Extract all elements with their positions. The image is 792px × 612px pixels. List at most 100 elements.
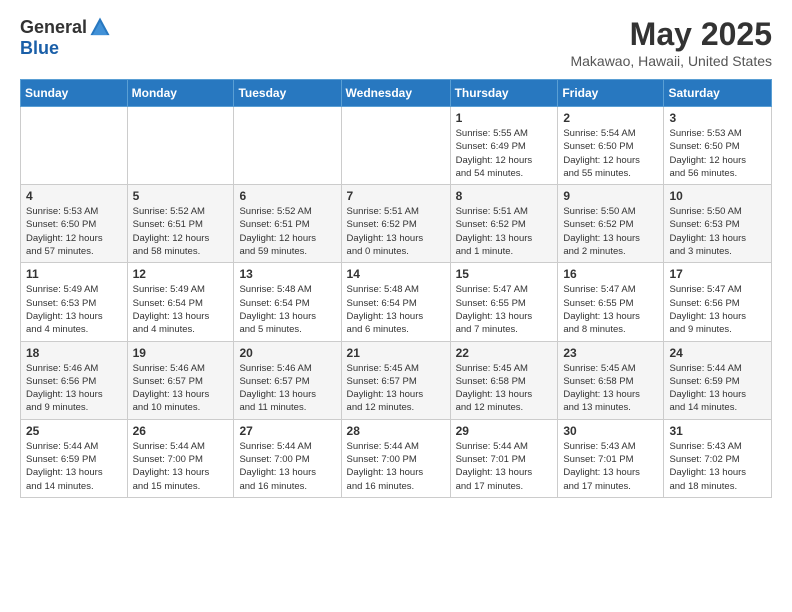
calendar-cell bbox=[21, 107, 128, 185]
header-row: SundayMondayTuesdayWednesdayThursdayFrid… bbox=[21, 80, 772, 107]
week-row-4: 18Sunrise: 5:46 AM Sunset: 6:56 PM Dayli… bbox=[21, 341, 772, 419]
day-number: 8 bbox=[456, 189, 553, 203]
day-info: Sunrise: 5:51 AM Sunset: 6:52 PM Dayligh… bbox=[347, 205, 445, 258]
main-title: May 2025 bbox=[570, 16, 772, 53]
day-info: Sunrise: 5:45 AM Sunset: 6:57 PM Dayligh… bbox=[347, 362, 445, 415]
day-info: Sunrise: 5:53 AM Sunset: 6:50 PM Dayligh… bbox=[669, 127, 766, 180]
day-number: 24 bbox=[669, 346, 766, 360]
day-number: 22 bbox=[456, 346, 553, 360]
calendar-cell: 3Sunrise: 5:53 AM Sunset: 6:50 PM Daylig… bbox=[664, 107, 772, 185]
title-block: May 2025 Makawao, Hawaii, United States bbox=[570, 16, 772, 69]
header-friday: Friday bbox=[558, 80, 664, 107]
day-info: Sunrise: 5:44 AM Sunset: 6:59 PM Dayligh… bbox=[669, 362, 766, 415]
day-info: Sunrise: 5:45 AM Sunset: 6:58 PM Dayligh… bbox=[456, 362, 553, 415]
logo-blue: Blue bbox=[20, 38, 59, 59]
calendar-cell: 1 Sunrise: 5:55 AM Sunset: 6:49 PM Daylig… bbox=[450, 107, 558, 185]
calendar-cell: 19 Sunrise: 5:46 AM Sunset: 6:57 PM Dayli… bbox=[127, 341, 234, 419]
calendar-cell: 13Sunrise: 5:48 AM Sunset: 6:54 PM Dayli… bbox=[234, 263, 341, 341]
calendar-cell: 29 Sunrise: 5:44 AM Sunset: 7:01 PM Dayli… bbox=[450, 419, 558, 497]
header-monday: Monday bbox=[127, 80, 234, 107]
day-info: Sunrise: 5:46 AM Sunset: 6:57 PM Dayligh… bbox=[133, 362, 229, 415]
calendar-table: SundayMondayTuesdayWednesdayThursdayFrid… bbox=[20, 79, 772, 498]
header-sunday: Sunday bbox=[21, 80, 128, 107]
day-number: 29 bbox=[456, 424, 553, 438]
day-number: 17 bbox=[669, 267, 766, 281]
day-number: 20 bbox=[239, 346, 335, 360]
calendar-cell bbox=[234, 107, 341, 185]
day-number: 11 bbox=[26, 267, 122, 281]
day-number: 5 bbox=[133, 189, 229, 203]
day-info: Sunrise: 5:50 AM Sunset: 6:52 PM Dayligh… bbox=[563, 205, 658, 258]
calendar-cell: 30 Sunrise: 5:43 AM Sunset: 7:01 PM Dayli… bbox=[558, 419, 664, 497]
day-number: 28 bbox=[347, 424, 445, 438]
logo: General Blue bbox=[20, 16, 111, 59]
day-number: 13 bbox=[239, 267, 335, 281]
day-number: 31 bbox=[669, 424, 766, 438]
week-row-1: 1 Sunrise: 5:55 AM Sunset: 6:49 PM Daylig… bbox=[21, 107, 772, 185]
calendar-cell bbox=[127, 107, 234, 185]
calendar-cell: 16 Sunrise: 5:47 AM Sunset: 6:55 PM Dayli… bbox=[558, 263, 664, 341]
day-info: Sunrise: 5:52 AM Sunset: 6:51 PM Dayligh… bbox=[239, 205, 335, 258]
calendar-cell: 20 Sunrise: 5:46 AM Sunset: 6:57 PM Dayli… bbox=[234, 341, 341, 419]
day-info: Sunrise: 5:47 AM Sunset: 6:55 PM Dayligh… bbox=[456, 283, 553, 336]
calendar-cell: 2 Sunrise: 5:54 AM Sunset: 6:50 PM Daylig… bbox=[558, 107, 664, 185]
day-number: 27 bbox=[239, 424, 335, 438]
calendar-cell: 22 Sunrise: 5:45 AM Sunset: 6:58 PM Dayli… bbox=[450, 341, 558, 419]
day-info: Sunrise: 5:44 AM Sunset: 7:00 PM Dayligh… bbox=[239, 440, 335, 493]
day-number: 18 bbox=[26, 346, 122, 360]
calendar-cell: 7 Sunrise: 5:51 AM Sunset: 6:52 PM Daylig… bbox=[341, 185, 450, 263]
day-info: Sunrise: 5:44 AM Sunset: 7:00 PM Dayligh… bbox=[133, 440, 229, 493]
day-number: 7 bbox=[347, 189, 445, 203]
day-number: 6 bbox=[239, 189, 335, 203]
calendar-cell: 10Sunrise: 5:50 AM Sunset: 6:53 PM Dayli… bbox=[664, 185, 772, 263]
day-info: Sunrise: 5:43 AM Sunset: 7:01 PM Dayligh… bbox=[563, 440, 658, 493]
subtitle: Makawao, Hawaii, United States bbox=[570, 53, 772, 69]
calendar-cell: 6 Sunrise: 5:52 AM Sunset: 6:51 PM Daylig… bbox=[234, 185, 341, 263]
logo-icon bbox=[89, 16, 111, 38]
calendar-cell: 4Sunrise: 5:53 AM Sunset: 6:50 PM Daylig… bbox=[21, 185, 128, 263]
day-number: 16 bbox=[563, 267, 658, 281]
header-thursday: Thursday bbox=[450, 80, 558, 107]
calendar-cell: 18Sunrise: 5:46 AM Sunset: 6:56 PM Dayli… bbox=[21, 341, 128, 419]
day-info: Sunrise: 5:46 AM Sunset: 6:57 PM Dayligh… bbox=[239, 362, 335, 415]
calendar-cell: 5 Sunrise: 5:52 AM Sunset: 6:51 PM Daylig… bbox=[127, 185, 234, 263]
week-row-5: 25Sunrise: 5:44 AM Sunset: 6:59 PM Dayli… bbox=[21, 419, 772, 497]
calendar-cell: 26 Sunrise: 5:44 AM Sunset: 7:00 PM Dayli… bbox=[127, 419, 234, 497]
day-number: 4 bbox=[26, 189, 122, 203]
calendar-cell: 17 Sunrise: 5:47 AM Sunset: 6:56 PM Dayli… bbox=[664, 263, 772, 341]
day-number: 2 bbox=[563, 111, 658, 125]
day-info: Sunrise: 5:43 AM Sunset: 7:02 PM Dayligh… bbox=[669, 440, 766, 493]
day-info: Sunrise: 5:54 AM Sunset: 6:50 PM Dayligh… bbox=[563, 127, 658, 180]
week-row-3: 11 Sunrise: 5:49 AM Sunset: 6:53 PM Dayli… bbox=[21, 263, 772, 341]
calendar-cell: 14Sunrise: 5:48 AM Sunset: 6:54 PM Dayli… bbox=[341, 263, 450, 341]
day-info: Sunrise: 5:55 AM Sunset: 6:49 PM Dayligh… bbox=[456, 127, 553, 180]
logo-general: General bbox=[20, 17, 87, 38]
day-number: 30 bbox=[563, 424, 658, 438]
day-number: 9 bbox=[563, 189, 658, 203]
day-number: 23 bbox=[563, 346, 658, 360]
day-info: Sunrise: 5:50 AM Sunset: 6:53 PM Dayligh… bbox=[669, 205, 766, 258]
calendar-cell: 21Sunrise: 5:45 AM Sunset: 6:57 PM Dayli… bbox=[341, 341, 450, 419]
day-number: 14 bbox=[347, 267, 445, 281]
calendar-cell: 31 Sunrise: 5:43 AM Sunset: 7:02 PM Dayli… bbox=[664, 419, 772, 497]
day-number: 19 bbox=[133, 346, 229, 360]
calendar-cell: 24 Sunrise: 5:44 AM Sunset: 6:59 PM Dayli… bbox=[664, 341, 772, 419]
header-saturday: Saturday bbox=[664, 80, 772, 107]
header: General Blue May 2025 Makawao, Hawaii, U… bbox=[20, 16, 772, 69]
day-info: Sunrise: 5:49 AM Sunset: 6:53 PM Dayligh… bbox=[26, 283, 122, 336]
calendar-cell: 8Sunrise: 5:51 AM Sunset: 6:52 PM Daylig… bbox=[450, 185, 558, 263]
page: General Blue May 2025 Makawao, Hawaii, U… bbox=[0, 0, 792, 514]
day-number: 26 bbox=[133, 424, 229, 438]
day-info: Sunrise: 5:52 AM Sunset: 6:51 PM Dayligh… bbox=[133, 205, 229, 258]
day-info: Sunrise: 5:44 AM Sunset: 7:00 PM Dayligh… bbox=[347, 440, 445, 493]
calendar-cell: 9 Sunrise: 5:50 AM Sunset: 6:52 PM Daylig… bbox=[558, 185, 664, 263]
day-info: Sunrise: 5:47 AM Sunset: 6:55 PM Dayligh… bbox=[563, 283, 658, 336]
day-number: 1 bbox=[456, 111, 553, 125]
calendar-cell: 27 Sunrise: 5:44 AM Sunset: 7:00 PM Dayli… bbox=[234, 419, 341, 497]
calendar-cell bbox=[341, 107, 450, 185]
calendar-cell: 11 Sunrise: 5:49 AM Sunset: 6:53 PM Dayli… bbox=[21, 263, 128, 341]
day-info: Sunrise: 5:47 AM Sunset: 6:56 PM Dayligh… bbox=[669, 283, 766, 336]
calendar-cell: 12Sunrise: 5:49 AM Sunset: 6:54 PM Dayli… bbox=[127, 263, 234, 341]
day-info: Sunrise: 5:44 AM Sunset: 7:01 PM Dayligh… bbox=[456, 440, 553, 493]
day-number: 25 bbox=[26, 424, 122, 438]
